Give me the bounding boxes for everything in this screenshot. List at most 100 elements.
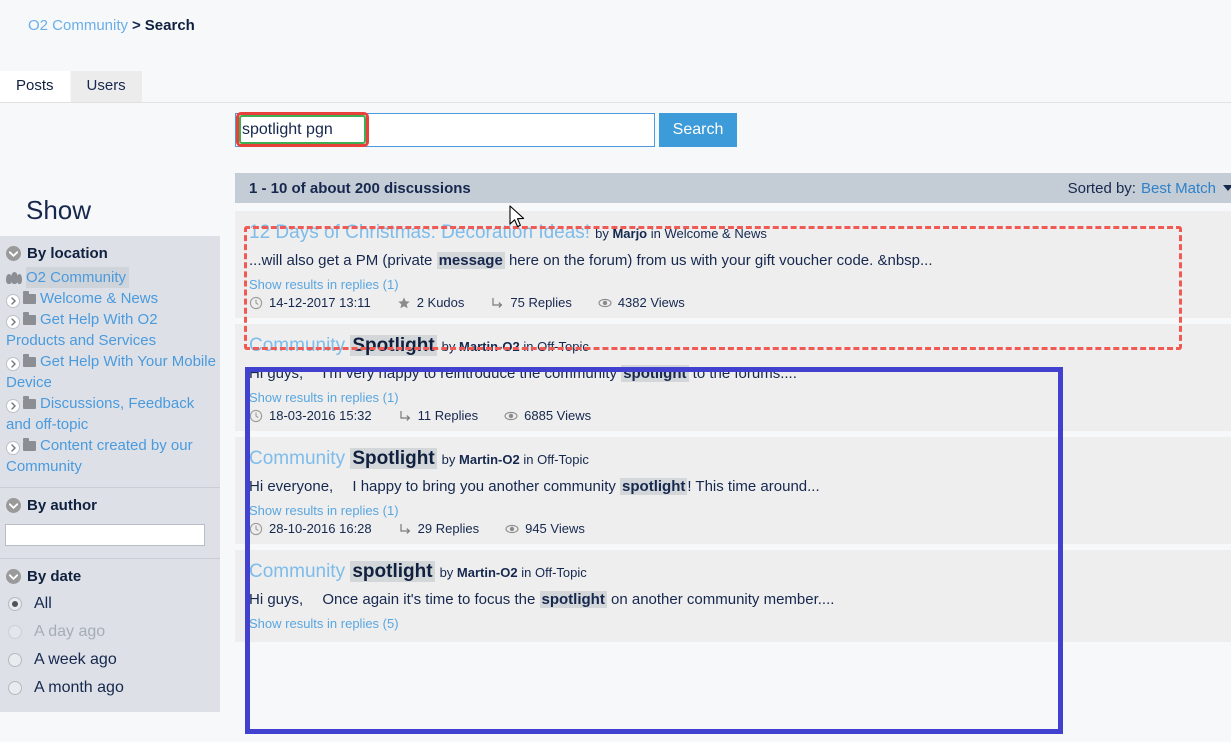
result-item[interactable]: Community Spotlight by Martin-O2 in Off-T… bbox=[235, 324, 1231, 431]
meta-replies: 11 Replies bbox=[398, 408, 478, 423]
search-button[interactable]: Search bbox=[659, 113, 737, 147]
result-title-link[interactable]: Community spotlight bbox=[249, 561, 435, 582]
result-title: 12 Days of Christmas: Decoration Ideas! b… bbox=[249, 221, 1227, 246]
result-board[interactable]: Off-Topic bbox=[537, 339, 589, 354]
meta-replies-text: 75 Replies bbox=[510, 295, 572, 310]
meta-date: 28-10-2016 16:28 bbox=[249, 521, 372, 536]
result-board[interactable]: Welcome & News bbox=[665, 226, 767, 241]
show-results-in-replies-link[interactable]: Show results in replies (1) bbox=[249, 503, 399, 518]
search-input[interactable] bbox=[235, 113, 655, 147]
folder-icon bbox=[23, 354, 36, 367]
meta-date: 18-03-2016 15:32 bbox=[249, 408, 372, 423]
result-item[interactable]: Community spotlight by Martin-O2 in Off-T… bbox=[235, 550, 1231, 642]
snippet-part: here on the forum) from us with your gif… bbox=[504, 252, 933, 269]
snippet-part: Hi guys, I'm very happy to reintroduce t… bbox=[249, 365, 622, 382]
result-title-link[interactable]: Community Spotlight bbox=[249, 335, 437, 356]
location-item-discussions-feedback[interactable]: Discussions, Feedback and off-topic bbox=[0, 393, 220, 435]
eye-icon bbox=[598, 296, 612, 310]
result-author[interactable]: Martin-O2 bbox=[459, 339, 520, 354]
radio-icon[interactable] bbox=[8, 597, 22, 611]
by-label: by bbox=[441, 452, 456, 467]
meta-date-text: 28-10-2016 16:28 bbox=[269, 521, 372, 536]
meta-views-text: 945 Views bbox=[525, 521, 585, 536]
in-label: in bbox=[521, 565, 532, 580]
facet-by-author: By author bbox=[0, 488, 220, 559]
location-root-o2-community[interactable]: O2 Community bbox=[0, 267, 220, 288]
radio-icon[interactable] bbox=[8, 653, 22, 667]
snippet-part: Hi guys, Once again it's time to focus t… bbox=[249, 591, 540, 608]
snippet-part: ! This time around... bbox=[687, 478, 820, 495]
result-board[interactable]: Off-Topic bbox=[535, 565, 587, 580]
date-option-a-month-ago[interactable]: A month ago bbox=[0, 674, 220, 702]
breadcrumb-current: Search bbox=[144, 17, 195, 34]
result-title-highlight: Spotlight bbox=[350, 335, 437, 356]
facet-by-date-header[interactable]: By date bbox=[0, 565, 220, 590]
location-item-welcome-news[interactable]: Welcome & News bbox=[0, 288, 220, 309]
meta-date-text: 18-03-2016 15:32 bbox=[269, 408, 372, 423]
facet-by-date-label: By date bbox=[27, 568, 82, 585]
snippet-part: on another community member.... bbox=[606, 591, 835, 608]
facet-by-author-header[interactable]: By author bbox=[0, 494, 220, 519]
result-title: Community spotlight by Martin-O2 in Off-T… bbox=[249, 560, 1227, 585]
tab-posts[interactable]: Posts bbox=[0, 71, 70, 102]
meta-replies-text: 29 Replies bbox=[417, 521, 480, 536]
snippet-part: to the forums.... bbox=[688, 365, 797, 382]
tab-users[interactable]: Users bbox=[70, 71, 142, 102]
reply-arrow-icon bbox=[398, 409, 412, 423]
result-author[interactable]: Martin-O2 bbox=[457, 565, 518, 580]
result-board[interactable]: Off-Topic bbox=[537, 452, 589, 467]
snippet-highlight: spotlight bbox=[621, 365, 689, 382]
location-item-get-help-products[interactable]: Get Help With O2 Products and Services bbox=[0, 309, 220, 351]
result-item[interactable]: 12 Days of Christmas: Decoration Ideas! b… bbox=[235, 211, 1231, 318]
chevron-right-circle-icon[interactable] bbox=[6, 315, 20, 329]
date-option-a-week-ago[interactable]: A week ago bbox=[0, 646, 220, 674]
sort-control[interactable]: Sorted by: Best Match bbox=[1068, 180, 1231, 197]
results-header: 1 - 10 of about 200 discussions Sorted b… bbox=[235, 173, 1231, 203]
location-item-get-help-mobile[interactable]: Get Help With Your Mobile Device bbox=[0, 351, 220, 393]
result-title-text: Community bbox=[249, 335, 351, 356]
sort-value[interactable]: Best Match bbox=[1141, 180, 1216, 197]
result-title-highlight: spotlight bbox=[350, 561, 435, 582]
by-label: by bbox=[441, 339, 456, 354]
facet-by-location-header[interactable]: By location bbox=[0, 242, 220, 267]
meta-kudos-text: 2 Kudos bbox=[416, 295, 465, 310]
result-title-link[interactable]: Community Spotlight bbox=[249, 448, 437, 469]
chevron-right-circle-icon[interactable] bbox=[6, 441, 20, 455]
clock-icon bbox=[249, 409, 263, 423]
location-item-content-created[interactable]: Content created by our Community bbox=[0, 435, 220, 477]
show-results-in-replies-link[interactable]: Show results in replies (5) bbox=[249, 616, 399, 631]
result-title-link[interactable]: 12 Days of Christmas: Decoration Ideas! bbox=[249, 222, 590, 243]
chevron-down-circle-icon bbox=[6, 498, 21, 513]
in-label: in bbox=[523, 452, 534, 467]
result-item[interactable]: Community Spotlight by Martin-O2 in Off-T… bbox=[235, 437, 1231, 544]
folder-icon bbox=[23, 438, 36, 451]
date-option-label: A week ago bbox=[34, 651, 117, 668]
clock-icon bbox=[249, 296, 263, 310]
show-results-in-replies-link[interactable]: Show results in replies (1) bbox=[249, 277, 399, 292]
chevron-down-circle-icon bbox=[6, 569, 21, 584]
radio-icon[interactable] bbox=[8, 681, 22, 695]
clock-icon bbox=[249, 522, 263, 536]
result-author[interactable]: Marjo bbox=[612, 226, 647, 241]
meta-date-text: 14-12-2017 13:11 bbox=[269, 295, 371, 310]
meta-replies-text: 11 Replies bbox=[417, 408, 479, 423]
result-author[interactable]: Martin-O2 bbox=[459, 452, 520, 467]
chevron-right-circle-icon[interactable] bbox=[6, 399, 20, 413]
show-results-in-replies-link[interactable]: Show results in replies (1) bbox=[249, 390, 399, 405]
snippet-highlight: message bbox=[436, 252, 505, 269]
breadcrumb: O2 Community > Search bbox=[28, 16, 195, 36]
result-title-text: 12 Days of Christmas: Decoration Ideas! bbox=[249, 222, 591, 243]
result-title-highlight: Spotlight bbox=[350, 448, 437, 469]
sort-label: Sorted by: bbox=[1067, 179, 1136, 197]
chevron-right-circle-icon[interactable] bbox=[6, 357, 20, 371]
meta-kudos: 2 Kudos bbox=[397, 295, 465, 310]
result-title: Community Spotlight by Martin-O2 in Off-T… bbox=[249, 334, 1227, 359]
chevron-right-circle-icon[interactable] bbox=[6, 294, 20, 308]
chevron-down-icon[interactable] bbox=[1223, 185, 1231, 191]
results-count: 1 - 10 of about 200 discussions bbox=[249, 179, 471, 197]
breadcrumb-root-link[interactable]: O2 Community bbox=[28, 17, 128, 34]
author-filter-input[interactable] bbox=[5, 524, 205, 546]
breadcrumb-separator: > bbox=[132, 17, 141, 34]
by-label: by bbox=[439, 565, 454, 580]
date-option-all[interactable]: All bbox=[0, 590, 220, 618]
